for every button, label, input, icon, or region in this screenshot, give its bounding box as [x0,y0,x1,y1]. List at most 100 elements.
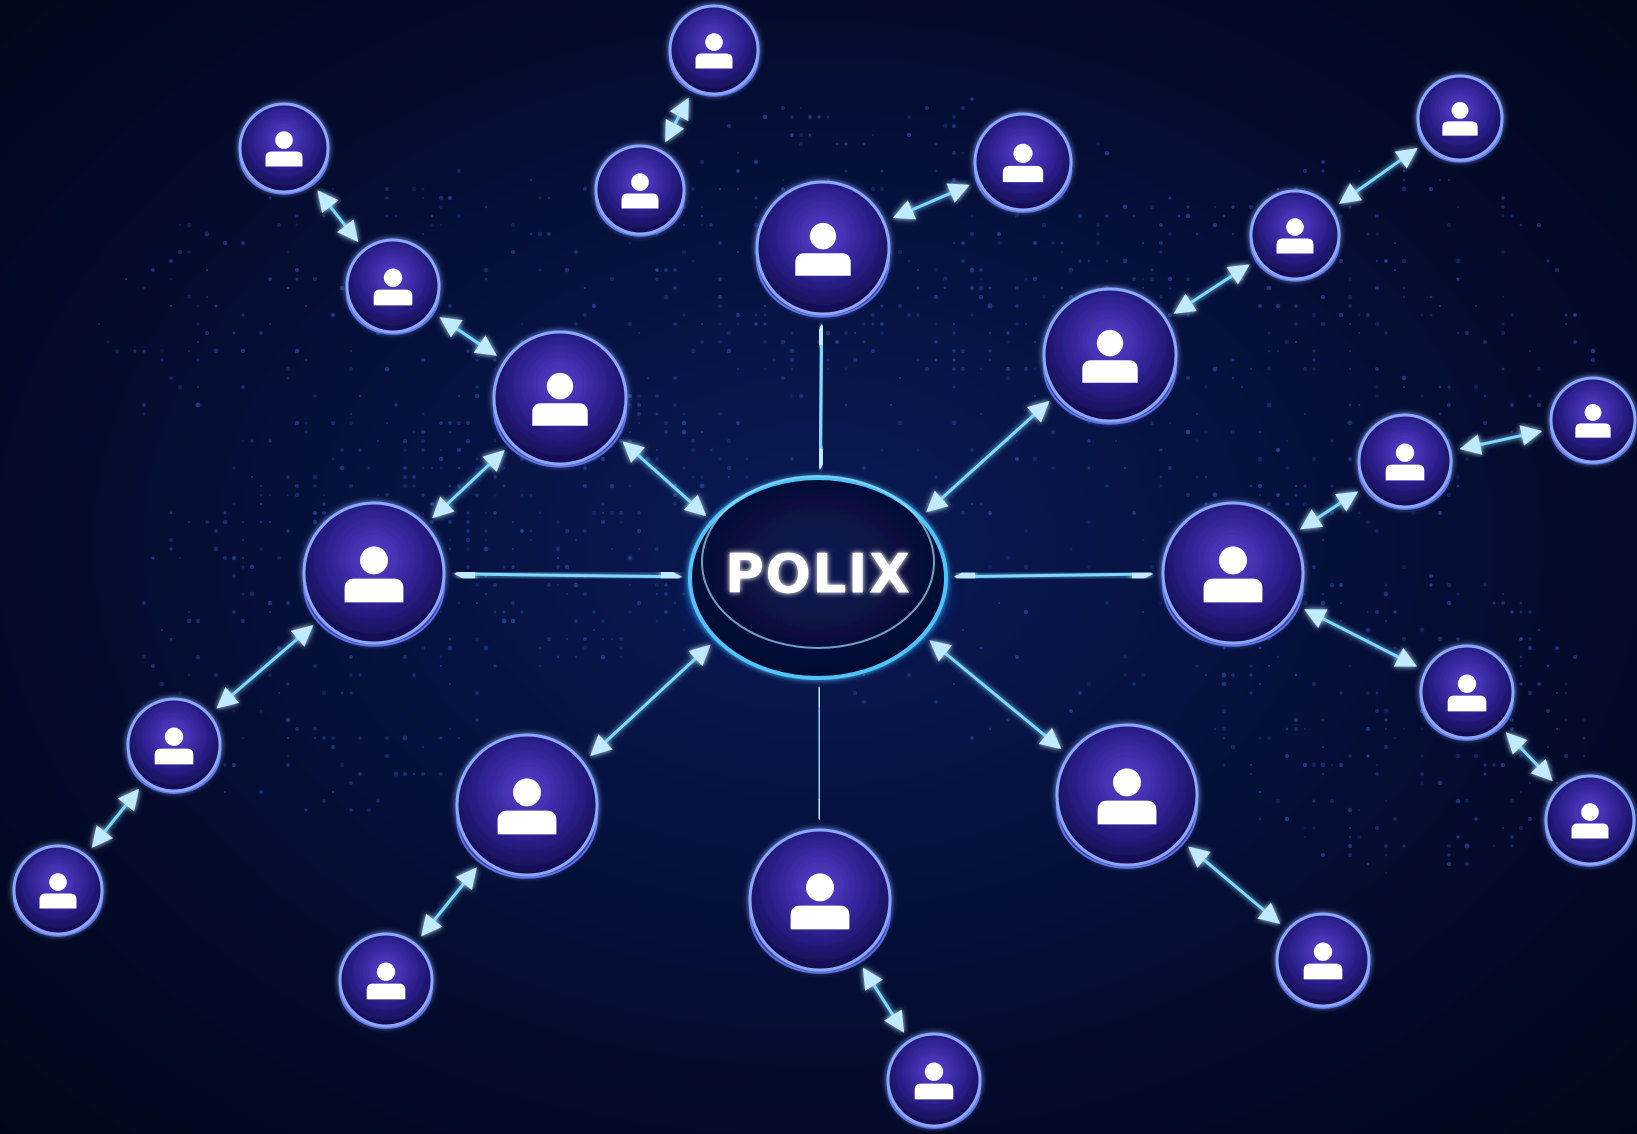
map-dot [682,628,686,632]
map-dot [537,231,543,237]
map-dot [1510,214,1514,218]
map-dot [457,421,461,425]
user-icon-head [924,1062,944,1081]
map-dot [241,520,245,524]
map-dot [970,214,974,218]
map-dot [241,313,245,317]
map-dot [232,331,236,335]
map-dot [313,727,317,731]
map-dot [1014,456,1020,462]
map-dot [447,645,453,651]
user-icon-body [1097,800,1157,825]
map-dot [672,285,678,291]
map-dot [213,672,219,678]
map-dot [1464,861,1470,867]
map-dot [727,475,731,479]
map-dot [1563,753,1569,759]
map-dot [1510,610,1514,614]
map-dot [178,250,182,254]
map-dot [907,313,911,317]
map-dot [1339,691,1343,695]
map-dot [1509,798,1515,804]
map-dot [916,448,920,452]
user-node [12,844,104,937]
map-dot [222,240,228,246]
map-dot [1203,429,1209,435]
map-dot [1464,330,1470,336]
map-dot [1132,682,1136,686]
map-dot [258,789,264,795]
map-dot [582,645,588,651]
map-dot [924,366,930,372]
map-dot [727,331,731,335]
map-dot [673,403,677,407]
map-dot [1212,492,1218,498]
map-dot [456,447,462,453]
map-dot [1015,439,1019,443]
map-dot [1546,259,1550,263]
map-dot [205,295,209,299]
map-dot [610,547,614,551]
map-dot [781,376,785,380]
map-dot [1519,637,1523,641]
map-dot [1095,240,1101,246]
map-dot [1554,267,1560,273]
map-dot [313,511,317,515]
map-dot [1564,691,1568,695]
map-dot [736,322,740,326]
map-dot [889,403,893,407]
map-dot [618,438,624,444]
map-dot [1132,511,1136,515]
map-dot [294,483,300,489]
map-dot [294,420,300,426]
map-dot [700,214,704,218]
map-dot [700,322,704,326]
map-dot [151,556,155,560]
map-dot [871,322,875,326]
map-dot [1519,754,1523,758]
map-dot [897,420,903,426]
map-dot [1312,799,1316,803]
map-dot [286,250,290,254]
map-dot [627,321,633,327]
map-dot [672,501,678,507]
map-dot [294,492,300,498]
map-dot [231,573,237,579]
map-dot [789,348,795,354]
map-dot [682,466,686,470]
map-dot [592,610,596,614]
map-dot [195,618,201,624]
map-dot [1338,312,1344,318]
map-dot [1482,339,1488,345]
map-dot [933,294,939,300]
map-dot [565,529,569,533]
map-dot [321,690,327,696]
map-dot [142,412,146,416]
map-dot [600,654,606,660]
map-dot [1159,484,1163,488]
map-dot [493,475,497,479]
map-dot [790,367,794,371]
map-dot [1222,709,1226,713]
map-dot [1429,574,1433,578]
map-dot [475,385,479,389]
map-dot [1465,457,1469,461]
map-dot [664,583,668,587]
map-dot [483,267,489,273]
map-dot [421,448,425,452]
map-dot [1311,312,1317,318]
map-dot [439,223,443,227]
map-dot [970,736,974,740]
map-dot [1375,610,1379,614]
map-dot [214,529,218,533]
map-dot [1294,727,1298,731]
map-dot [1510,403,1514,407]
map-dot [1474,817,1478,821]
map-dot [1312,367,1316,371]
map-dot [673,268,677,272]
map-dot [1007,341,1009,343]
map-dot [1393,664,1397,668]
map-dot [448,430,452,434]
user-icon-head [1013,143,1033,163]
map-dot [1294,673,1298,677]
